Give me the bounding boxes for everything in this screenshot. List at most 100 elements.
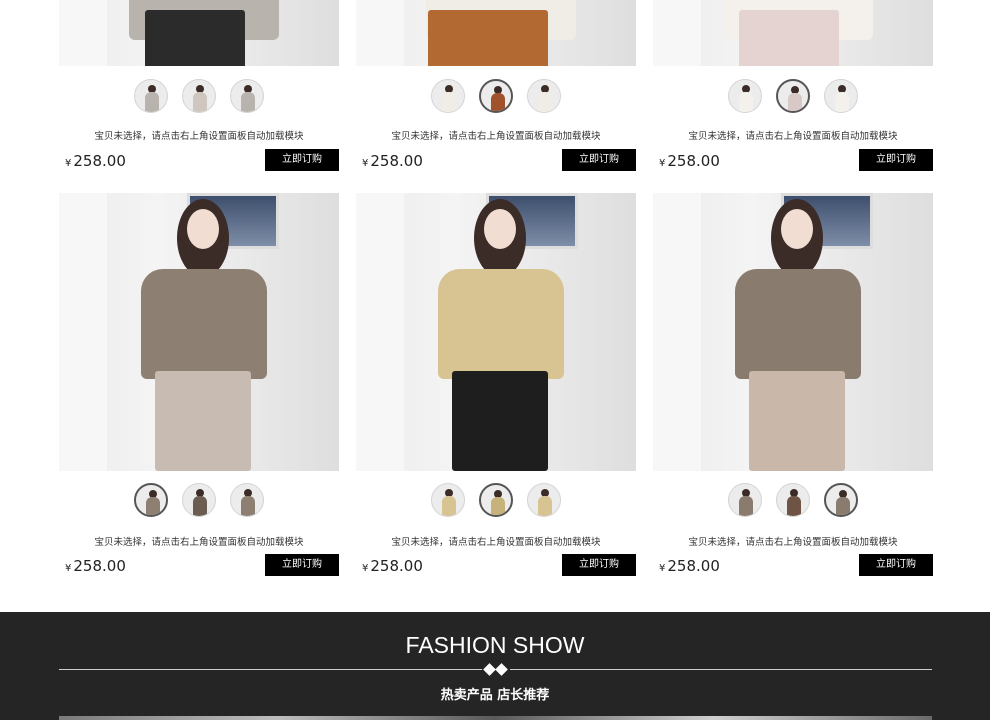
color-swatches bbox=[653, 79, 933, 115]
product-price: ¥258.00 bbox=[659, 152, 720, 170]
model-face bbox=[781, 209, 813, 249]
swatch-model-body bbox=[787, 496, 801, 516]
photo-wall bbox=[356, 193, 404, 471]
model-top bbox=[438, 269, 564, 379]
product-caption: 宝贝未选择，请点击右上角设置面板自动加载模块 bbox=[688, 537, 898, 548]
currency-symbol: ¥ bbox=[659, 158, 666, 169]
color-swatch[interactable] bbox=[527, 483, 561, 517]
product-caption: 宝贝未选择，请点击右上角设置面板自动加载模块 bbox=[94, 131, 304, 142]
swatch-model-body bbox=[491, 93, 505, 111]
model-bottom bbox=[749, 371, 845, 471]
color-swatch[interactable] bbox=[134, 483, 168, 517]
swatch-model-body bbox=[836, 497, 850, 515]
currency-symbol: ¥ bbox=[659, 563, 666, 574]
color-swatch[interactable] bbox=[479, 79, 513, 113]
currency-symbol: ¥ bbox=[362, 563, 369, 574]
product-photo[interactable] bbox=[59, 193, 339, 471]
product-price: ¥258.00 bbox=[65, 152, 126, 170]
section-title: FASHION SHOW bbox=[405, 632, 585, 658]
color-swatch[interactable] bbox=[776, 79, 810, 113]
color-swatch[interactable] bbox=[824, 79, 858, 113]
buy-now-button[interactable]: 立即订购 bbox=[265, 554, 339, 576]
color-swatches bbox=[356, 483, 636, 519]
photo-wall bbox=[653, 193, 701, 471]
model-bottom bbox=[452, 371, 548, 471]
price-amount: 258.00 bbox=[370, 152, 423, 170]
product-photo[interactable] bbox=[356, 193, 636, 471]
buy-now-button[interactable]: 立即订购 bbox=[265, 149, 339, 171]
model-face bbox=[187, 209, 219, 249]
color-swatch[interactable] bbox=[479, 483, 513, 517]
section-subtitle: 热卖产品 店长推荐 bbox=[440, 688, 550, 703]
product-caption: 宝贝未选择，请点击右上角设置面板自动加载模块 bbox=[391, 131, 601, 142]
product-price: ¥258.00 bbox=[65, 557, 126, 575]
product-photo[interactable] bbox=[59, 0, 339, 66]
product-caption: 宝贝未选择，请点击右上角设置面板自动加载模块 bbox=[94, 537, 304, 548]
swatch-model-body bbox=[241, 92, 255, 112]
product-photo[interactable] bbox=[356, 0, 636, 66]
buy-now-button[interactable]: 立即订购 bbox=[562, 554, 636, 576]
swatch-model-body bbox=[442, 92, 456, 112]
color-swatch[interactable] bbox=[824, 483, 858, 517]
swatch-model-body bbox=[193, 92, 207, 112]
product-price: ¥258.00 bbox=[362, 557, 423, 575]
currency-symbol: ¥ bbox=[65, 563, 72, 574]
color-swatch[interactable] bbox=[182, 483, 216, 517]
model-bottom bbox=[155, 371, 251, 471]
swatch-model-body bbox=[739, 496, 753, 516]
model-bottom bbox=[145, 10, 245, 66]
color-swatch[interactable] bbox=[728, 79, 762, 113]
product-photo[interactable] bbox=[653, 193, 933, 471]
color-swatches bbox=[653, 483, 933, 519]
color-swatch[interactable] bbox=[182, 79, 216, 113]
model-top bbox=[735, 269, 861, 379]
photo-wall bbox=[356, 0, 404, 66]
swatch-model-body bbox=[538, 92, 552, 112]
swatch-model-body bbox=[145, 92, 159, 112]
product-price: ¥258.00 bbox=[362, 152, 423, 170]
color-swatches bbox=[59, 79, 339, 115]
buy-now-button[interactable]: 立即订购 bbox=[859, 149, 933, 171]
color-swatch[interactable] bbox=[431, 483, 465, 517]
product-photo[interactable] bbox=[653, 0, 933, 66]
model-top bbox=[141, 269, 267, 379]
color-swatch[interactable] bbox=[527, 79, 561, 113]
color-swatch[interactable] bbox=[431, 79, 465, 113]
model-bottom bbox=[739, 10, 839, 66]
price-amount: 258.00 bbox=[667, 152, 720, 170]
color-swatch[interactable] bbox=[728, 483, 762, 517]
price-amount: 258.00 bbox=[73, 152, 126, 170]
product-price: ¥258.00 bbox=[659, 557, 720, 575]
price-amount: 258.00 bbox=[370, 557, 423, 575]
swatch-model-body bbox=[835, 92, 849, 112]
color-swatch[interactable] bbox=[230, 483, 264, 517]
price-amount: 258.00 bbox=[73, 557, 126, 575]
photo-wall bbox=[653, 0, 701, 66]
swatch-model-body bbox=[442, 496, 456, 516]
currency-symbol: ¥ bbox=[362, 158, 369, 169]
model-bottom bbox=[428, 10, 548, 66]
fashion-show-banner: FASHION SHOW 热卖产品 店长推荐 bbox=[0, 612, 990, 720]
swatch-model-body bbox=[538, 496, 552, 516]
buy-now-button[interactable]: 立即订购 bbox=[562, 149, 636, 171]
swatch-model-body bbox=[788, 93, 802, 111]
swatch-model-body bbox=[146, 497, 160, 515]
color-swatch[interactable] bbox=[134, 79, 168, 113]
color-swatches bbox=[356, 79, 636, 115]
swatch-model-body bbox=[739, 92, 753, 112]
color-swatch[interactable] bbox=[776, 483, 810, 517]
color-swatches bbox=[59, 483, 339, 519]
diamond-ornament-icon bbox=[482, 662, 510, 678]
model-face bbox=[484, 209, 516, 249]
currency-symbol: ¥ bbox=[65, 158, 72, 169]
gallery-strip-edge bbox=[59, 716, 932, 720]
buy-now-button[interactable]: 立即订购 bbox=[859, 554, 933, 576]
swatch-model-body bbox=[193, 496, 207, 516]
price-amount: 258.00 bbox=[667, 557, 720, 575]
swatch-model-body bbox=[491, 497, 505, 515]
swatch-model-body bbox=[241, 496, 255, 516]
color-swatch[interactable] bbox=[230, 79, 264, 113]
product-caption: 宝贝未选择，请点击右上角设置面板自动加载模块 bbox=[391, 537, 601, 548]
photo-wall bbox=[59, 193, 107, 471]
photo-wall bbox=[59, 0, 107, 66]
